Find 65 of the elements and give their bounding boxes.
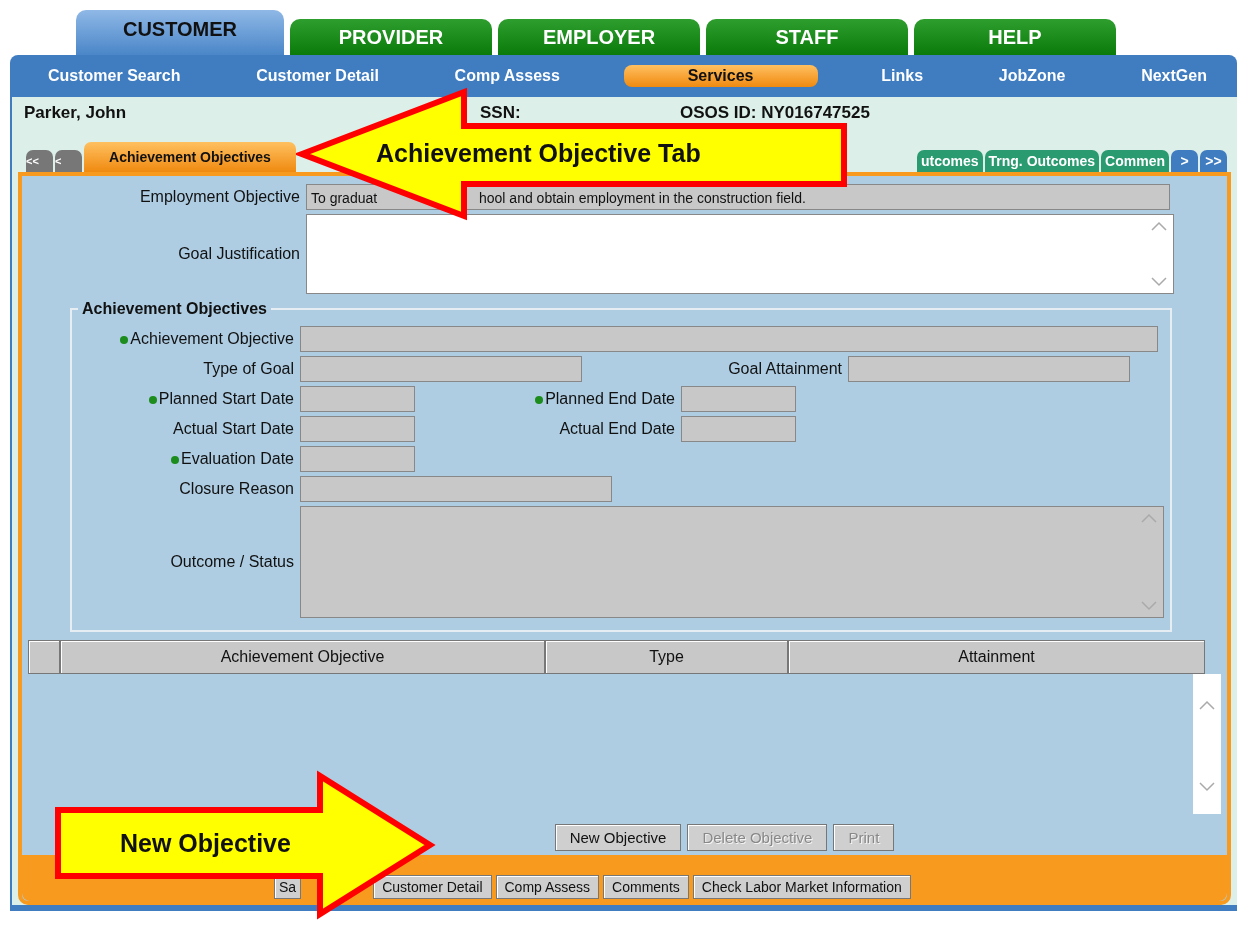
nav-link[interactable]: JobZone [986, 65, 1078, 87]
footer-button[interactable]: Comp Assess [495, 875, 600, 899]
field-label: Type of Goal [202, 360, 295, 378]
scrollbar[interactable] [1193, 674, 1221, 814]
column-header [28, 640, 60, 674]
field-label: Evaluation Date [78, 450, 300, 468]
osos-id: OSOS ID: NY016747525 [680, 102, 870, 123]
nav-link[interactable]: Links [869, 65, 936, 87]
callout-text: Achievement Objective Tab [376, 139, 701, 168]
field-label: Planned Start Date [78, 390, 300, 408]
input-field[interactable] [681, 416, 796, 442]
field-label: Actual End Date [558, 420, 676, 438]
callout-text: New Objective [120, 829, 291, 858]
nav-link[interactable]: Services [623, 65, 818, 87]
footer-button[interactable]: Comments [603, 875, 689, 899]
top-tab[interactable]: CUSTOMER [76, 10, 284, 55]
input-field[interactable] [848, 356, 1130, 382]
tab-scroll-button[interactable]: << [26, 150, 53, 172]
nav-link[interactable]: Customer Search [36, 65, 193, 87]
column-header[interactable]: Type [545, 640, 788, 674]
top-tab[interactable]: PROVIDER [290, 19, 492, 55]
nav-link[interactable]: NextGen [1129, 65, 1219, 87]
input-field[interactable] [300, 416, 415, 442]
footer-button[interactable]: Customer Detail [373, 875, 492, 899]
column-header[interactable]: Achievement Objective [60, 640, 545, 674]
footer-button[interactable]: Check Labor Market Information [692, 875, 911, 899]
input-field[interactable] [300, 446, 415, 472]
nav-link[interactable]: Comp Assess [442, 65, 572, 87]
text-area[interactable] [300, 506, 1164, 618]
scroll-up-icon[interactable] [1199, 700, 1215, 710]
scroll-down-icon[interactable] [1151, 277, 1167, 287]
section-tab[interactable]: Achievement Objectives [84, 142, 296, 172]
top-tab[interactable]: HELP [914, 19, 1116, 55]
tab-scroll-button[interactable]: > [1171, 150, 1198, 172]
field-label: Outcome / Status [169, 553, 295, 571]
tab-scroll-button[interactable]: >> [1200, 150, 1227, 172]
section-tab[interactable]: Trng. Outcomes [984, 150, 1100, 172]
scroll-up-icon[interactable] [1141, 513, 1157, 523]
input-field[interactable] [300, 356, 582, 382]
field-label: Goal Justification [177, 245, 301, 263]
scroll-up-icon[interactable] [1151, 221, 1167, 231]
section-tab[interactable]: utcomes [916, 150, 983, 172]
input-field[interactable] [300, 476, 612, 502]
top-tab[interactable]: EMPLOYER [498, 19, 700, 55]
field-label: Actual Start Date [172, 420, 295, 438]
nav-link[interactable]: Customer Detail [244, 65, 391, 87]
scroll-down-icon[interactable] [1199, 782, 1215, 792]
input-field[interactable] [300, 386, 415, 412]
input-field[interactable] [300, 326, 1158, 352]
field-label: Goal Attainment [727, 360, 843, 378]
field-label: Achievement Objective [78, 330, 300, 348]
text-area[interactable] [306, 214, 1174, 294]
top-tab[interactable]: STAFF [706, 19, 908, 55]
input-field[interactable] [681, 386, 796, 412]
section-tab[interactable]: Commen [1101, 150, 1169, 172]
ssn-label: SSN: [480, 102, 522, 123]
scroll-down-icon[interactable] [1141, 601, 1157, 611]
field-label: Employment Objective [138, 188, 301, 206]
field-label: Planned End Date [415, 390, 681, 408]
field-label: Closure Reason [178, 480, 295, 498]
column-header[interactable]: Attainment [788, 640, 1205, 674]
customer-name: Parker, John [23, 102, 128, 123]
action-button[interactable]: New Objective [554, 824, 682, 851]
tab-scroll-button[interactable]: < [55, 150, 82, 172]
group-title: Achievement Objectives [81, 300, 268, 318]
